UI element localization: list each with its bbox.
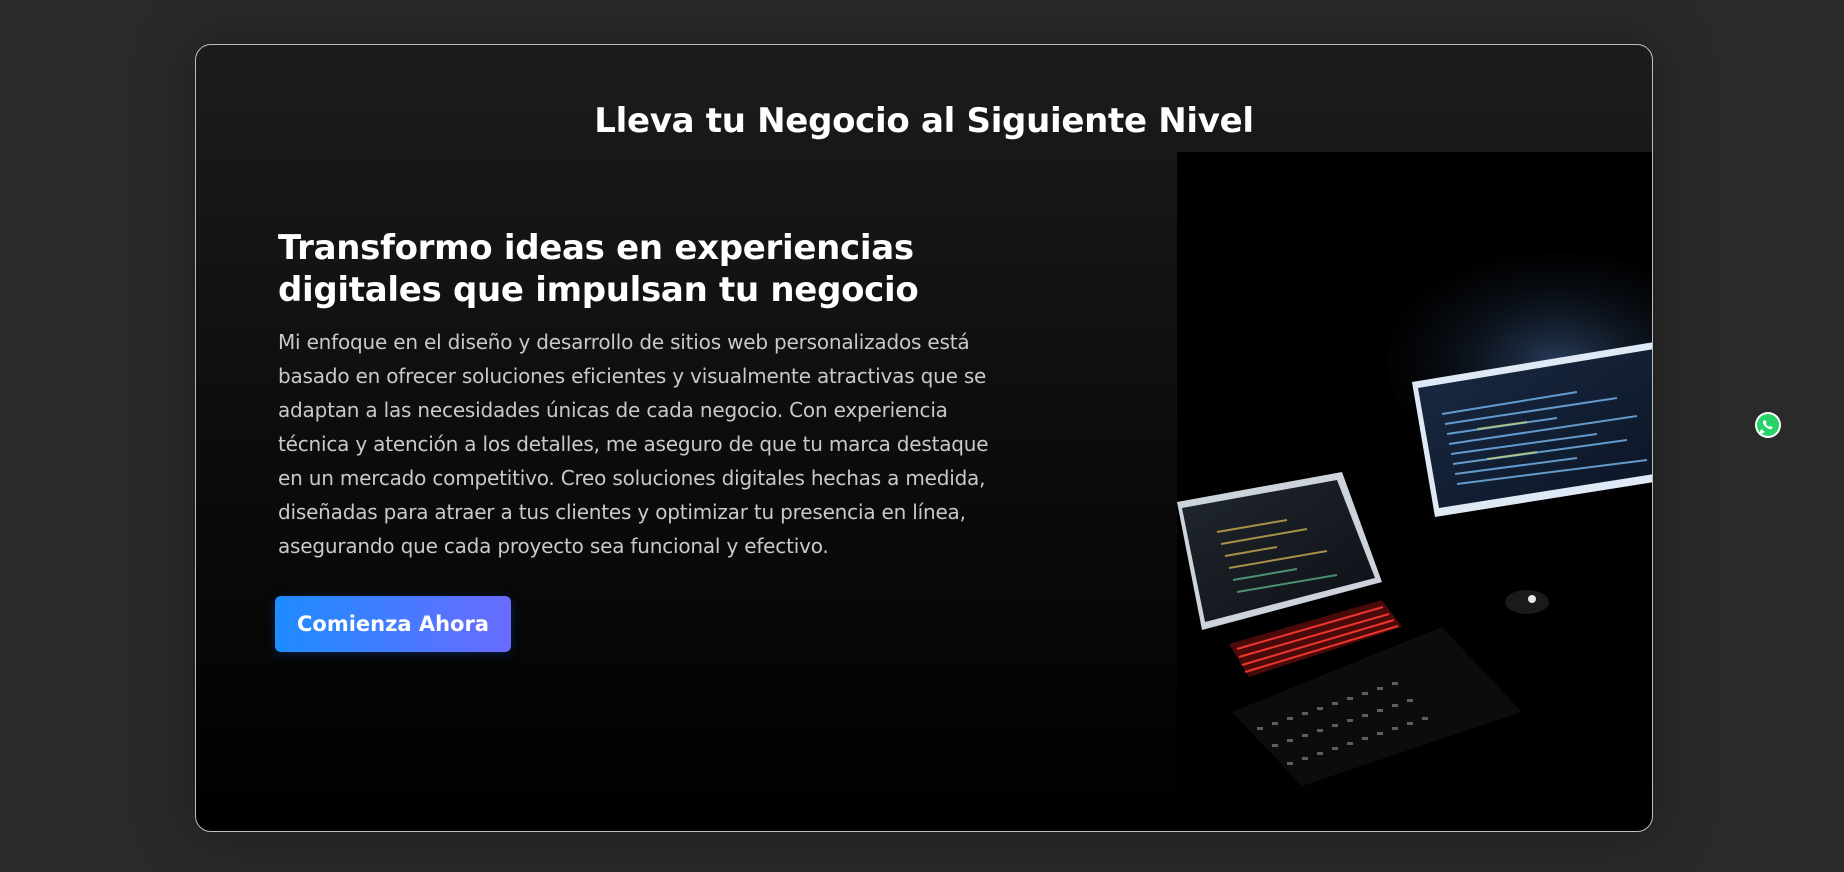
hero-description: Mi enfoque en el diseño y desarrollo de … [278,330,989,558]
whatsapp-icon[interactable] [1754,411,1782,439]
section-title: Lleva tu Negocio al Siguiente Nivel [594,101,1254,141]
start-now-button[interactable]: Comienza Ahora [275,596,511,652]
laptop-workspace-image [1177,152,1652,786]
hero-content: Transformo ideas en experiencias digital… [278,227,1018,563]
hero-headline: Transformo ideas en experiencias digital… [278,228,919,310]
hero-card: Lleva tu Negocio al Siguiente Nivel Tran… [195,44,1653,832]
